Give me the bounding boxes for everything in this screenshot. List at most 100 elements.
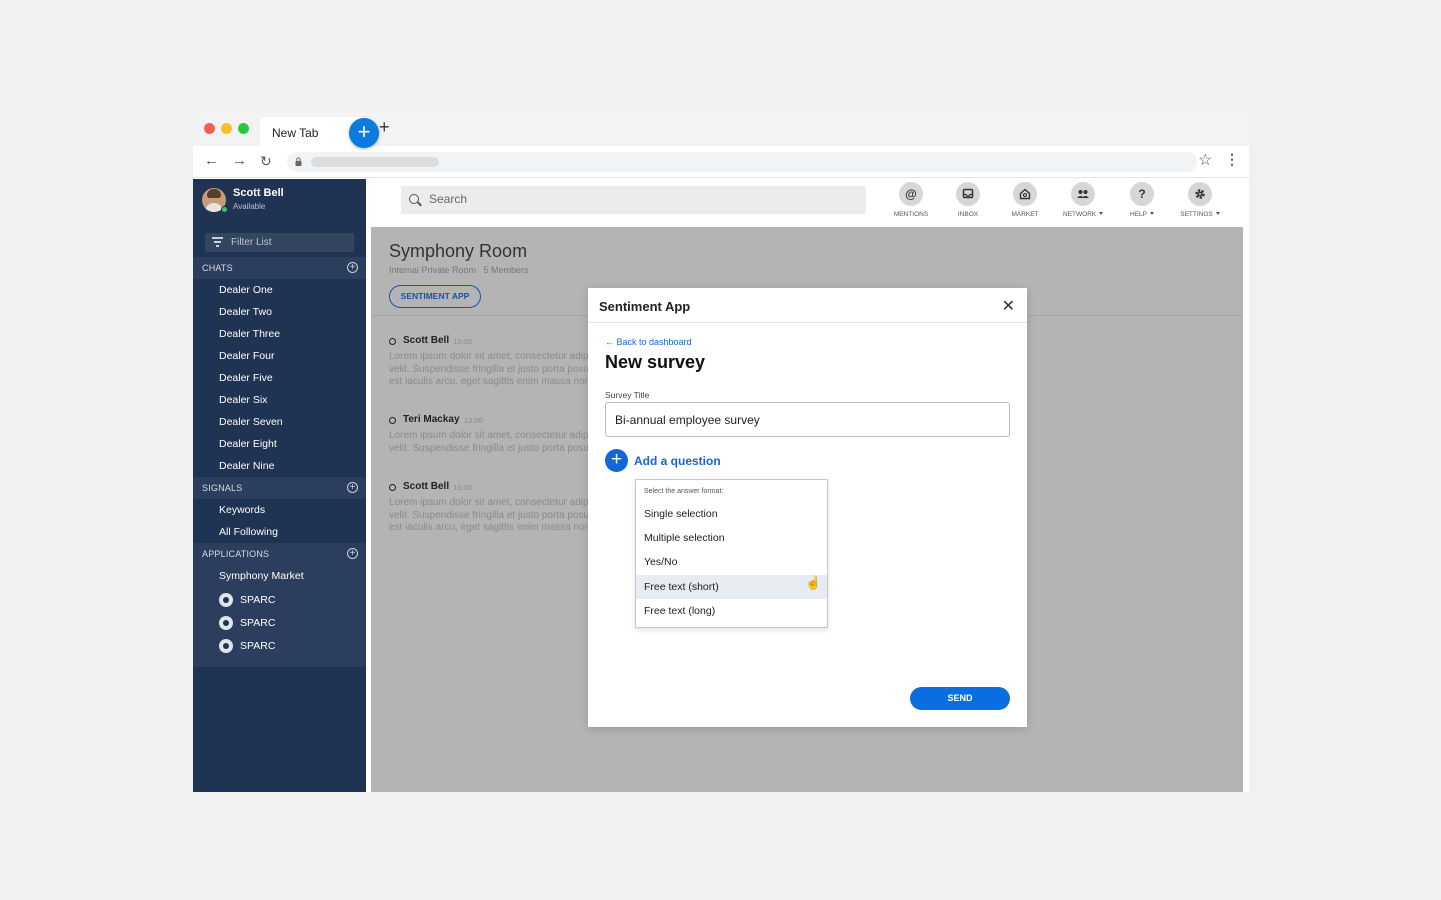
option-free-text-short[interactable]: Free text (short) (636, 575, 827, 599)
send-button[interactable]: SEND (910, 687, 1010, 710)
sidebar-item-dealer-two[interactable]: Dealer Two (219, 306, 272, 318)
sidebar-item-keywords[interactable]: Keywords (219, 504, 265, 516)
option-yes-no[interactable]: Yes/No (636, 550, 827, 574)
nav-label: HELP (1122, 211, 1162, 218)
sparc-app-icon (219, 616, 233, 630)
forward-arrow-icon[interactable]: → (232, 152, 247, 170)
compose-button[interactable]: + (349, 118, 379, 148)
nav-market[interactable]: MARKET (1005, 182, 1045, 218)
message-author[interactable]: Teri Mackay (403, 414, 460, 425)
sparc-app-icon (219, 639, 233, 653)
inbox-icon (956, 182, 980, 206)
survey-title-field[interactable] (605, 402, 1010, 437)
sidebar-item-dealer-nine[interactable]: Dealer Nine (219, 460, 274, 472)
nav-mentions[interactable]: @ MENTIONS (891, 182, 931, 218)
url-placeholder-bar (311, 157, 439, 167)
section-header-signals: SIGNALS + (193, 477, 366, 499)
minimize-window-button[interactable] (221, 123, 232, 134)
nav-inbox[interactable]: INBOX (948, 182, 988, 218)
nav-label: MENTIONS (893, 211, 929, 218)
dropdown-header: Select the answer format: (644, 488, 724, 495)
maximize-window-button[interactable] (238, 123, 249, 134)
user-name: Scott Bell (233, 187, 284, 199)
filter-list-input[interactable]: Filter List (205, 233, 354, 252)
nav-label: SETTINGS (1180, 211, 1220, 218)
modal-header: Sentiment App ✕ (588, 288, 1027, 323)
nav-label: NETWORK (1063, 211, 1104, 218)
option-multiple-selection[interactable]: Multiple selection (636, 526, 827, 550)
search-icon (409, 194, 419, 204)
address-bar[interactable] (287, 152, 1197, 172)
add-question-label: Add a question (634, 454, 721, 468)
sidebar-item-all-following[interactable]: All Following (219, 526, 278, 538)
sidebar-item-dealer-five[interactable]: Dealer Five (219, 372, 273, 384)
room-title: Symphony Room (389, 241, 528, 261)
sidebar-item-dealer-eight[interactable]: Dealer Eight (219, 438, 277, 450)
message-text: Lorem ipsum dolor sit amet, consectetur … (389, 497, 604, 533)
plus-icon: + (605, 449, 628, 472)
new-tab-icon[interactable]: + (379, 118, 390, 136)
message-dot-icon (389, 484, 396, 491)
market-icon (1013, 182, 1037, 206)
close-icon[interactable]: ✕ (1002, 296, 1015, 316)
message-text: Lorem ipsum dolor sit amet, consectetur … (389, 430, 604, 454)
search-input[interactable] (429, 192, 849, 206)
gear-icon (1188, 182, 1212, 206)
message-author[interactable]: Scott Bell (403, 481, 449, 492)
reload-icon[interactable]: ↻ (260, 152, 272, 170)
browser-window: New Tab × + ← → ↻ ☆ ⋮ Scott Bell Availab… (193, 110, 1249, 792)
top-bar: @ MENTIONS INBOX MARKET NETWORK ? HELP (366, 179, 1249, 227)
nav-help[interactable]: ? HELP (1122, 182, 1162, 218)
option-single-selection[interactable]: Single selection (636, 502, 827, 526)
sparc-app-icon (219, 593, 233, 607)
nav-settings[interactable]: SETTINGS (1180, 182, 1220, 218)
add-application-icon[interactable]: + (347, 548, 358, 559)
sidebar-item-symphony-market[interactable]: Symphony Market (219, 570, 304, 582)
mentions-icon: @ (899, 182, 923, 206)
message-author[interactable]: Scott Bell (403, 335, 449, 346)
sidebar-item-dealer-one[interactable]: Dealer One (219, 284, 273, 296)
back-arrow-icon[interactable]: ← (204, 152, 219, 170)
sidebar-item-dealer-seven[interactable]: Dealer Seven (219, 416, 283, 428)
add-signal-icon[interactable]: + (347, 482, 358, 493)
browser-toolbar: ← → ↻ ☆ ⋮ (193, 146, 1249, 178)
filter-icon (212, 237, 223, 247)
message-dot-icon (389, 417, 396, 424)
back-to-dashboard-link[interactable]: ← Back to dashboard (605, 337, 692, 347)
filter-placeholder: Filter List (231, 237, 272, 248)
browser-menu-icon[interactable]: ⋮ (1225, 151, 1239, 168)
room-meta: Internal Private Room 5 Members (389, 265, 529, 275)
message-text: Lorem ipsum dolor sit amet, consectetur … (389, 351, 604, 387)
sidebar: Scott Bell Available Filter List CHATS +… (193, 179, 366, 792)
section-label: CHATS (202, 263, 233, 273)
option-free-text-long[interactable]: Free text (long) (636, 599, 827, 623)
network-icon (1071, 182, 1095, 206)
section-label: SIGNALS (202, 483, 243, 493)
app-label: SPARC (240, 617, 276, 629)
sidebar-item-dealer-three[interactable]: Dealer Three (219, 328, 280, 340)
message-time: 13:00 (464, 416, 483, 425)
sidebar-item-dealer-four[interactable]: Dealer Four (219, 350, 274, 362)
user-status: Available (233, 202, 266, 211)
add-chat-icon[interactable]: + (347, 262, 358, 273)
hand-cursor-icon: ☝ (805, 575, 822, 590)
help-icon: ? (1130, 182, 1154, 206)
section-header-chats: CHATS + (193, 257, 366, 279)
tab-title: New Tab (272, 126, 319, 140)
sentiment-app-button[interactable]: SENTIMENT APP (389, 285, 481, 308)
nav-network[interactable]: NETWORK (1063, 182, 1104, 218)
app-label: SPARC (240, 594, 276, 606)
message-dot-icon (389, 338, 396, 345)
modal-title: Sentiment App (599, 299, 691, 314)
sentiment-app-modal: Sentiment App ✕ ← Back to dashboard New … (588, 288, 1027, 727)
nav-label: INBOX (957, 211, 979, 218)
app-label: SPARC (240, 640, 276, 652)
sidebar-item-dealer-six[interactable]: Dealer Six (219, 394, 267, 406)
page-title: New survey (605, 352, 706, 372)
survey-title-label: Survey Title (605, 390, 650, 400)
presence-indicator (221, 206, 228, 213)
close-window-button[interactable] (204, 123, 215, 134)
search-box (401, 186, 866, 214)
section-header-applications: APPLICATIONS + (193, 543, 366, 565)
bookmark-star-icon[interactable]: ☆ (1198, 150, 1212, 170)
